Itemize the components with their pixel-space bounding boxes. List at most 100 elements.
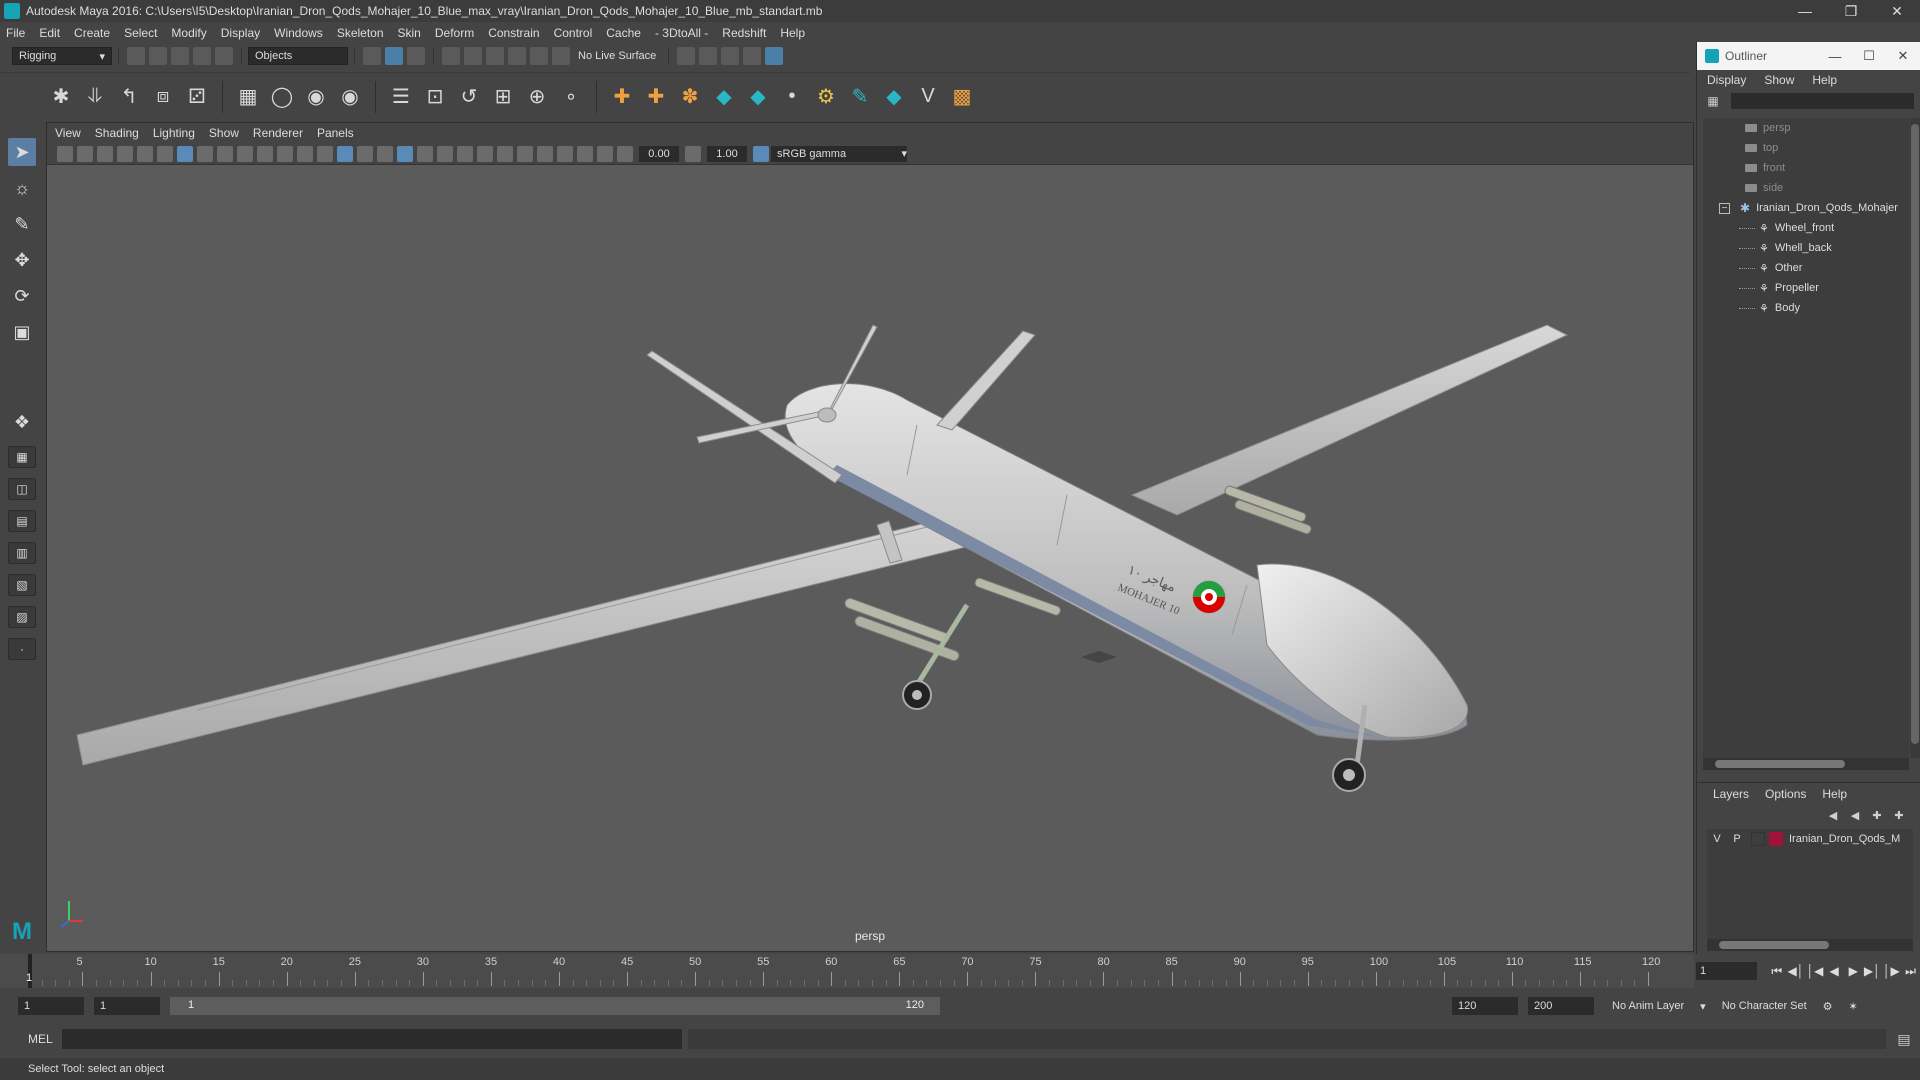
viewport-menu-show[interactable]: Show: [209, 126, 239, 140]
layer-menu-help[interactable]: Help: [1822, 787, 1847, 801]
animation-end-field[interactable]: 200: [1528, 997, 1594, 1015]
paint-select-icon[interactable]: ✎: [8, 210, 36, 238]
snap-point-icon[interactable]: [486, 47, 504, 65]
anim-layer-dropdown[interactable]: No Anim Layer: [1612, 1000, 1684, 1012]
restore-button[interactable]: ❐: [1828, 0, 1874, 22]
outliner-horizontal-scrollbar[interactable]: [1703, 758, 1909, 770]
layer-horizontal-scrollbar[interactable]: [1707, 939, 1913, 951]
menu-skin[interactable]: Skin: [398, 26, 421, 40]
menu-deform[interactable]: Deform: [435, 26, 474, 40]
exposure-field[interactable]: 0.00: [639, 145, 679, 162]
outliner-vertical-scrollbar[interactable]: [1910, 118, 1920, 758]
grid-icon[interactable]: [177, 145, 193, 162]
rotate-tool-icon[interactable]: ⟳: [8, 282, 36, 310]
point-constraint-icon[interactable]: ⊡: [421, 83, 449, 111]
pole-vector-icon[interactable]: ∘: [557, 83, 585, 111]
step-back-key-icon[interactable]: │◀: [1805, 961, 1824, 981]
minimize-button[interactable]: —: [1782, 0, 1828, 22]
hypershade-layout-icon[interactable]: ▧: [8, 574, 36, 596]
side-by-side-layout-icon[interactable]: ◫: [8, 478, 36, 500]
collapse-icon[interactable]: −: [1719, 202, 1730, 214]
range-bar[interactable]: 1 120: [170, 997, 940, 1015]
orient-constraint-icon[interactable]: ↺: [455, 83, 483, 111]
script-editor-icon[interactable]: ▤: [1894, 1029, 1914, 1049]
screen-space-ao-icon[interactable]: [457, 145, 473, 162]
maya-script-icon-1[interactable]: ◆: [710, 83, 738, 111]
camera-attributes-icon[interactable]: [77, 145, 93, 162]
safe-title-icon[interactable]: [297, 145, 313, 162]
chart-script-icon[interactable]: ▩: [948, 83, 976, 111]
resolution-gate-icon[interactable]: [217, 145, 233, 162]
layer-menu-options[interactable]: Options: [1765, 787, 1806, 801]
outliner-menu-show[interactable]: Show: [1764, 73, 1794, 87]
locator-icon[interactable]: ✚: [608, 83, 636, 111]
outliner-item-side[interactable]: side: [1703, 178, 1909, 198]
layer-row[interactable]: V P Iranian_Dron_Qods_M: [1707, 829, 1913, 849]
render-view-icon[interactable]: [677, 47, 696, 65]
new-layer-selected-icon[interactable]: ✚: [1890, 807, 1908, 823]
viewport-menu-renderer[interactable]: Renderer: [253, 126, 303, 140]
viewport-menu-view[interactable]: View: [55, 126, 81, 140]
exposure-icon[interactable]: [617, 145, 633, 162]
menu-display[interactable]: Display: [221, 26, 260, 40]
gate-mask-icon[interactable]: [237, 145, 253, 162]
four-view-layout-icon[interactable]: ▦: [8, 446, 36, 468]
gamma-field[interactable]: 1.00: [707, 145, 747, 162]
chevron-down-icon[interactable]: ▾: [1700, 1000, 1706, 1013]
outliner-item-top[interactable]: top: [1703, 138, 1909, 158]
lattice-icon[interactable]: ◯: [268, 83, 296, 111]
select-component-icon[interactable]: [407, 47, 425, 65]
outliner-item-group[interactable]: − ✱ Iranian_Dron_Qods_Mohajer: [1703, 198, 1909, 218]
command-input[interactable]: [62, 1029, 682, 1049]
view-transform-dropdown[interactable]: sRGB gamma ▾: [771, 145, 907, 162]
render-current-frame-icon[interactable]: [699, 47, 718, 65]
graph-layout-icon[interactable]: ▥: [8, 542, 36, 564]
outliner-item-body[interactable]: ⚘ Body: [1703, 298, 1909, 318]
cluster-icon[interactable]: ▦: [234, 83, 262, 111]
command-language-label[interactable]: MEL: [28, 1032, 62, 1046]
layer-color-swatch[interactable]: [1769, 832, 1783, 846]
wrap-deformer-icon[interactable]: ◉: [302, 83, 330, 111]
menu-skeleton[interactable]: Skeleton: [337, 26, 384, 40]
time-ruler[interactable]: 5 10 15 20 25 30 35 40 45 50 55 60 65 70 75 80 85 90 95 100…: [28, 954, 1660, 988]
outliner-item-wheel-front[interactable]: ⚘ Wheel_front: [1703, 218, 1909, 238]
maya-script-icon-2[interactable]: ◆: [744, 83, 772, 111]
new-layer-icon[interactable]: ✚: [1868, 807, 1886, 823]
viewport-scene[interactable]: مهاجر ۱۰ MOHAJER 10: [47, 165, 1693, 951]
step-forward-key-icon[interactable]: ▶│: [1863, 961, 1882, 981]
viewport-menu-shading[interactable]: Shading: [95, 126, 139, 140]
render-settings-icon[interactable]: [743, 47, 762, 65]
viewport-menu-panels[interactable]: Panels: [317, 126, 354, 140]
undo-icon[interactable]: [193, 47, 211, 65]
film-gate-icon[interactable]: [197, 145, 213, 162]
joint-tool-icon[interactable]: ✱: [47, 83, 75, 111]
blank-shelf-icon[interactable]: •: [778, 83, 806, 111]
close-button[interactable]: ✕: [1874, 0, 1920, 22]
camera-select-icon[interactable]: [57, 145, 73, 162]
snap-view-plane-icon[interactable]: [508, 47, 526, 65]
move-layer-down-icon[interactable]: ◀: [1846, 807, 1864, 823]
new-scene-icon[interactable]: [127, 47, 145, 65]
go-to-start-icon[interactable]: ⏮: [1767, 961, 1786, 981]
wireframe-icon[interactable]: [317, 145, 333, 162]
step-back-icon[interactable]: ◀│: [1786, 961, 1805, 981]
aim-constraint-icon[interactable]: ⊕: [523, 83, 551, 111]
wireframe-on-shaded-icon[interactable]: [377, 145, 393, 162]
hik-icon[interactable]: ✚: [642, 83, 670, 111]
2d-pan-zoom-icon[interactable]: [137, 145, 153, 162]
paint-weights-icon[interactable]: ✎: [846, 83, 874, 111]
select-object-icon[interactable]: [385, 47, 403, 65]
play-forwards-icon[interactable]: ▶: [1844, 961, 1863, 981]
select-tool-icon[interactable]: ➤: [8, 138, 36, 166]
insert-joint-icon[interactable]: ⧈: [149, 83, 177, 111]
open-scene-icon[interactable]: [149, 47, 167, 65]
selection-mode-dropdown[interactable]: Objects: [248, 47, 348, 65]
menu-help[interactable]: Help: [780, 26, 805, 40]
ipr-render-icon[interactable]: [721, 47, 740, 65]
outliner-close-button[interactable]: ✕: [1886, 42, 1920, 70]
script-layout-icon[interactable]: ▨: [8, 606, 36, 628]
bind-skin-icon[interactable]: ⚙: [812, 83, 840, 111]
outliner-item-other[interactable]: ⚘ Other: [1703, 258, 1909, 278]
menu-windows[interactable]: Windows: [274, 26, 323, 40]
play-backwards-icon[interactable]: ◀: [1825, 961, 1844, 981]
